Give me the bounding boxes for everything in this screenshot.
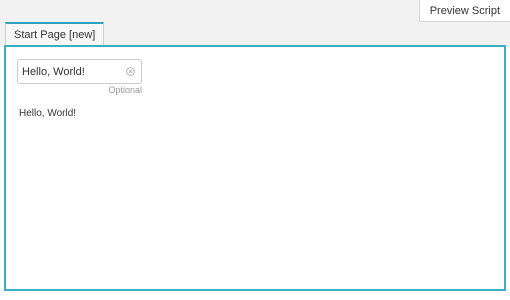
tab-start-page[interactable]: Start Page [new] — [5, 22, 105, 46]
preview-script-button[interactable]: Preview Script — [418, 0, 510, 22]
clear-icon[interactable] — [126, 67, 135, 76]
text-field[interactable] — [17, 59, 142, 84]
field-hint: Optional — [108, 85, 142, 95]
tab-strip: Start Page [new] — [0, 22, 510, 46]
page-canvas: Optional Hello, World! — [4, 45, 506, 291]
top-toolbar: Preview Script — [0, 0, 510, 23]
output-text: Hello, World! — [19, 108, 77, 119]
text-input[interactable] — [22, 62, 122, 81]
